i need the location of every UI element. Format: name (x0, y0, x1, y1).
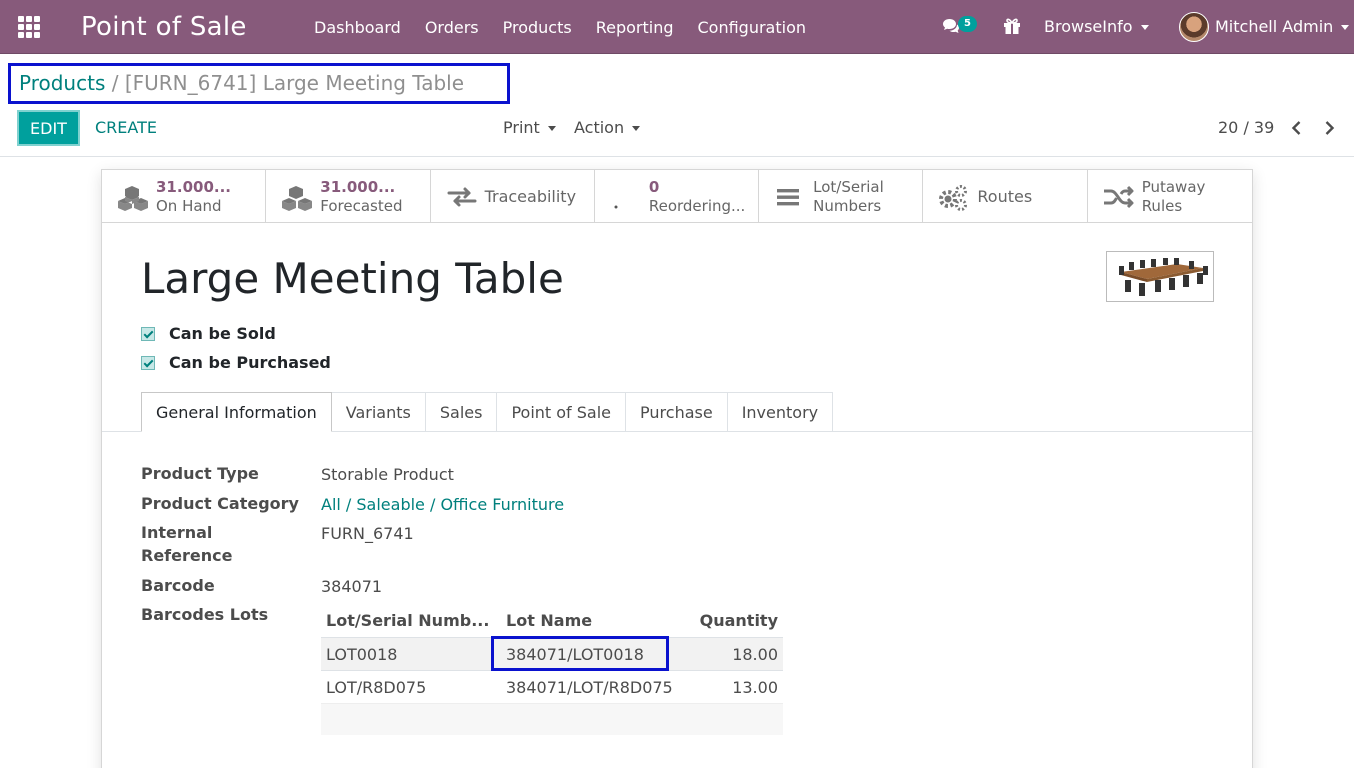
reordering-button[interactable]: 0 Reordering... (595, 170, 760, 222)
can-be-sold-checkbox[interactable] (141, 326, 155, 341)
cell-quantity: 18.00 (732, 644, 778, 664)
reordering-label: Reordering... (648, 197, 746, 215)
traceability-label: Traceability (484, 187, 577, 206)
cell-lot-name: 384071/LOT/R8D075 (506, 677, 673, 697)
lot-serial-numbers-button[interactable]: Lot/Serial Numbers (759, 170, 924, 222)
avatar[interactable] (1179, 12, 1209, 42)
highlight-box-breadcrumb (8, 63, 510, 104)
tab-general-information[interactable]: General Information (141, 392, 332, 432)
chevron-down-icon (632, 126, 641, 131)
tab-variants[interactable]: Variants (331, 392, 426, 432)
tab-point-of-sale[interactable]: Point of Sale (497, 392, 627, 432)
gift-icon[interactable] (1003, 17, 1021, 35)
menu-configuration[interactable]: Configuration (686, 18, 819, 37)
can-be-purchased-label[interactable]: Can be Purchased (169, 353, 331, 372)
putaway-label-line2: Rules (1141, 197, 1183, 215)
top-navbar: Point of Sale Dashboard Orders Products … (0, 0, 1354, 54)
on-hand-value: 31.000... (156, 178, 231, 196)
product-name[interactable]: Large Meeting Table (141, 254, 564, 303)
menu-orders[interactable]: Orders (413, 18, 491, 37)
reordering-value: 0 (648, 178, 660, 196)
cubes-icon (282, 186, 313, 211)
product-category-label: Product Category (141, 494, 299, 513)
action-label: Action (574, 118, 625, 137)
pager-value[interactable]: 20 / 39 (1218, 118, 1274, 137)
product-image[interactable] (1106, 251, 1214, 302)
random-icon (1103, 185, 1134, 209)
control-panel-divider (0, 156, 1354, 157)
product-category-link[interactable]: All / Saleable / Office Furniture (321, 495, 564, 514)
can-be-sold-label[interactable]: Can be Sold (169, 324, 276, 343)
main-menu: Dashboard Orders Products Reporting Conf… (302, 0, 818, 54)
highlight-box-lot-name (491, 636, 669, 671)
app-name[interactable]: Point of Sale (81, 12, 247, 42)
notebook-tabs: General Information Variants Sales Point… (141, 392, 834, 432)
cogs-icon (939, 185, 968, 211)
print-dropdown[interactable]: Print (503, 118, 556, 137)
traceability-button[interactable]: Traceability (431, 170, 595, 222)
tab-purchase[interactable]: Purchase (626, 392, 728, 432)
putaway-rules-button[interactable]: Putaway Rules (1088, 170, 1252, 222)
lot-serial-label-line2: Numbers (813, 197, 882, 215)
create-button[interactable]: CREATE (95, 118, 157, 137)
tab-inventory[interactable]: Inventory (727, 392, 834, 432)
barcodes-lots-label: Barcodes Lots (141, 605, 269, 624)
internal-reference-label-line2: Reference (141, 546, 233, 565)
forecasted-button[interactable]: 31.000... Forecasted (266, 170, 431, 222)
lot-serial-label-line1: Lot/Serial (813, 178, 884, 196)
on-hand-label: On Hand (156, 197, 222, 215)
chevron-left-icon[interactable] (1289, 120, 1305, 136)
form-sheet: 31.000... On Hand 31.000... Forecasted Tra… (101, 169, 1253, 768)
product-type-label: Product Type (141, 464, 259, 483)
table-empty-row (321, 703, 783, 735)
chevron-down-icon (1140, 25, 1149, 30)
on-hand-button[interactable]: 31.000... On Hand (102, 170, 267, 222)
tab-sales[interactable]: Sales (425, 392, 498, 432)
barcode-label: Barcode (141, 576, 215, 595)
barcode-value: 384071 (321, 577, 383, 596)
column-header-lot-serial[interactable]: Lot/Serial Numb... (321, 611, 501, 630)
can-be-purchased-row: Can be Purchased (141, 353, 331, 372)
exchange-icon (447, 187, 477, 207)
chevron-down-icon (547, 126, 556, 131)
cubes-icon (118, 186, 148, 211)
putaway-label-line1: Putaway (1141, 178, 1206, 196)
smart-button-box: 31.000... On Hand 31.000... Forecasted Tra… (102, 170, 1252, 223)
cell-quantity: 13.00 (732, 677, 778, 697)
can-be-purchased-checkbox[interactable] (141, 355, 155, 370)
internal-reference-label: Internal Reference (141, 521, 232, 567)
internal-reference-label-line1: Internal (141, 523, 213, 542)
cell-lot-serial: LOT/R8D075 (326, 677, 427, 697)
forecasted-value: 31.000... (320, 178, 396, 196)
product-type-value: Storable Product (321, 465, 454, 484)
routes-button[interactable]: Routes (923, 170, 1088, 222)
menu-products[interactable]: Products (491, 18, 584, 37)
user-menu[interactable]: Mitchell Admin (1215, 17, 1350, 36)
action-dropdown[interactable]: Action (574, 118, 641, 137)
user-name: Mitchell Admin (1215, 17, 1334, 36)
column-header-lot-name[interactable]: Lot Name (501, 611, 683, 630)
table-header: Lot/Serial Numb... Lot Name Quantity (321, 604, 783, 637)
forecasted-label: Forecasted (320, 197, 403, 215)
menu-dashboard[interactable]: Dashboard (302, 18, 413, 37)
company-switcher[interactable]: BrowseInfo (1044, 17, 1149, 36)
menu-reporting[interactable]: Reporting (584, 18, 686, 37)
chat-count-badge: 5 (958, 16, 977, 32)
apps-menu-icon[interactable] (18, 16, 40, 38)
column-header-quantity[interactable]: Quantity (683, 611, 783, 630)
routes-label: Routes (977, 187, 1033, 206)
chevron-down-icon (1341, 25, 1350, 30)
reordering-dot-icon (614, 205, 618, 209)
meeting-table-picture (1107, 252, 1213, 301)
bars-icon (777, 189, 800, 206)
table-row[interactable]: LOT/R8D075 384071/LOT/R8D075 13.00 (321, 670, 783, 703)
can-be-sold-row: Can be Sold (141, 324, 276, 343)
company-name: BrowseInfo (1044, 17, 1133, 36)
cell-lot-serial: LOT0018 (326, 644, 398, 664)
internal-reference-value: FURN_6741 (321, 524, 414, 543)
chevron-right-icon[interactable] (1321, 120, 1337, 136)
print-label: Print (503, 118, 540, 137)
edit-button[interactable]: EDIT (17, 110, 80, 146)
